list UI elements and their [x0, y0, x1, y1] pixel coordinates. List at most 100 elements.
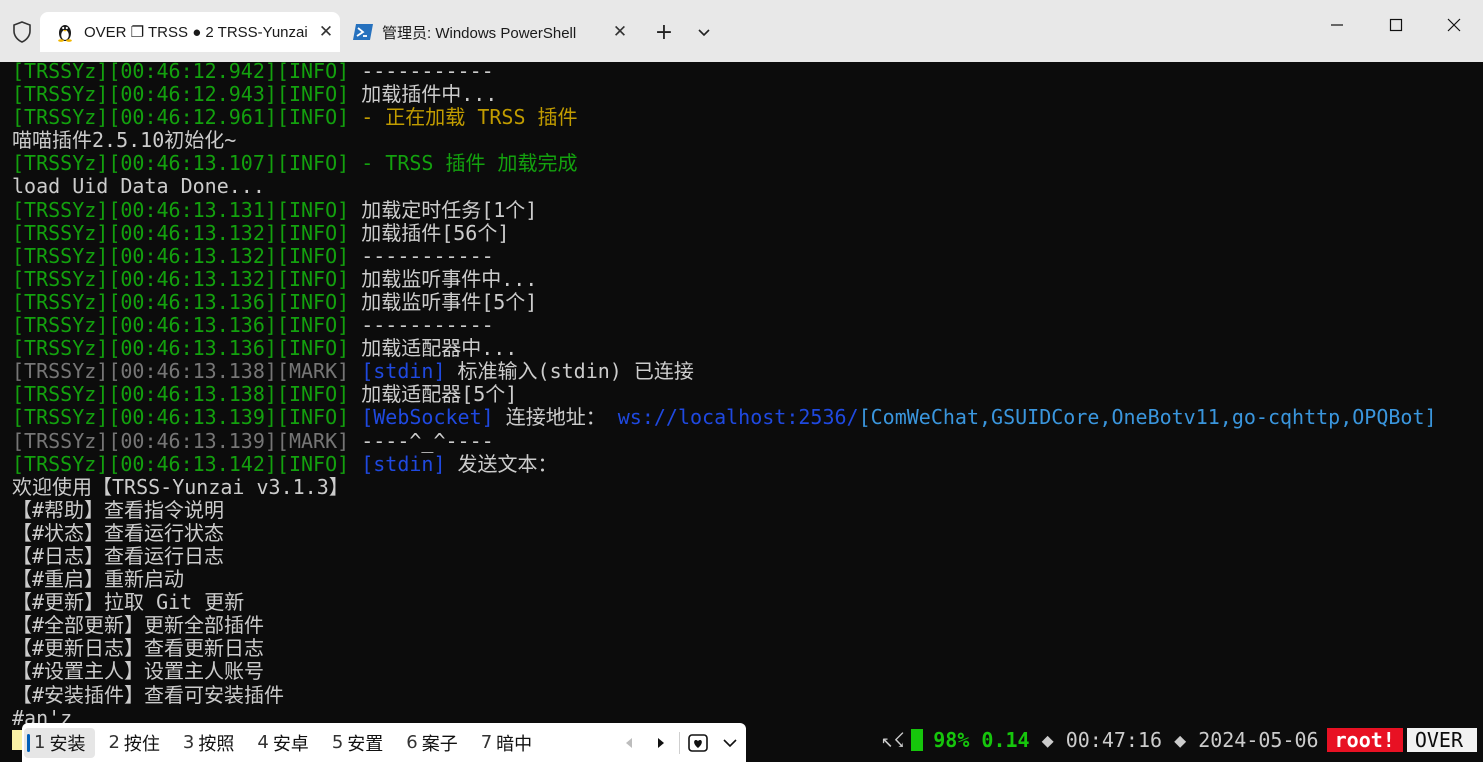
terminal-text: 【#状态】查看运行状态 [12, 520, 225, 545]
terminal-text: [TRSSYz][00:46:13.139][MARK] [12, 428, 362, 453]
terminal-line: 【#更新日志】查看更新日志 [12, 637, 1477, 660]
terminal-line: [TRSSYz][00:46:13.142][INFO] [stdin] 发送文… [12, 451, 1477, 476]
terminal-line: 【#重启】重新启动 [12, 568, 1477, 591]
terminal-line: [TRSSYz][00:46:13.132][INFO] 加载监听事件中... [12, 266, 1477, 291]
tab-title: 管理员: Windows PowerShell [382, 24, 577, 42]
prev-page-icon[interactable] [613, 728, 645, 758]
divider [679, 731, 680, 754]
new-tab-button[interactable]: + [650, 18, 678, 46]
terminal-text: 【#设置主人】设置主人账号 [12, 659, 265, 684]
terminal-line: [TRSSYz][00:46:13.139][INFO] [WebSocket]… [12, 406, 1477, 429]
terminal-line: [TRSSYz][00:46:13.107][INFO] - TRSS 插件 加… [12, 152, 1477, 175]
terminal-line: 【#设置主人】设置主人账号 [12, 660, 1477, 683]
ime-candidate[interactable]: 7 暗中 [471, 728, 542, 758]
terminal-text: - 正在加载 TRSS 插件 [361, 105, 578, 130]
ime-candidate[interactable]: 2 按住 [98, 728, 169, 758]
terminal-text: 【#帮助】查看指令说明 [12, 497, 225, 522]
terminal-text: [TRSSYz][00:46:12.943][INFO] [12, 82, 362, 107]
tab-powershell[interactable]: 管理员: Windows PowerShell ✕ [344, 12, 634, 52]
terminal-text: [TRSSYz][00:46:13.131][INFO] [12, 197, 362, 222]
terminal-text: [stdin] [361, 359, 446, 384]
candidate-text: 安置 [347, 733, 384, 755]
terminal-text: [stdin] [361, 451, 446, 476]
terminal-text: 发送文本： [445, 451, 558, 476]
terminal-text: [TRSSYz][00:46:12.961][INFO] [12, 105, 362, 130]
candidate-number: 4 [257, 732, 269, 753]
tab-trss-yunzai[interactable]: OVER ❐ TRSS ● 2 TRSS-Yunzai ✕ [40, 12, 340, 52]
terminal-text: ws://localhost:2536/ [617, 405, 859, 430]
terminal-line: [TRSSYz][00:46:12.961][INFO] - 正在加载 TRSS… [12, 106, 1477, 129]
tmux-status-bar: ↖☇ 98% 0.14 ◆ 00:47:16 ◆ 2024-05-06 root… [881, 728, 1477, 752]
title-bar: OVER ❐ TRSS ● 2 TRSS-Yunzai ✕ 管理员: Windo… [0, 0, 1483, 62]
tab-title: OVER ❐ TRSS ● 2 TRSS-Yunzai [84, 24, 308, 41]
battery-percent: 98% [933, 728, 970, 752]
terminal-text: ----------- [361, 313, 494, 338]
status-date: 2024-05-06 [1198, 728, 1319, 752]
terminal-line: 【#安装插件】查看可安装插件 [12, 683, 1477, 707]
terminal-line: [TRSSYz][00:46:13.138][INFO] 加载适配器[5个] [12, 383, 1477, 406]
powershell-icon [352, 21, 374, 43]
candidate-number: 2 [108, 732, 120, 753]
terminal-text: 连接地址： [493, 405, 618, 430]
linux-penguin-icon [54, 21, 76, 43]
status-arrows: ↖☇ [881, 728, 906, 752]
status-user: root! [1326, 728, 1403, 752]
next-page-icon[interactable] [645, 728, 677, 758]
terminal-line: [TRSSYz][00:46:13.136][INFO] 加载适配器中... [12, 337, 1477, 360]
terminal-text: 【#全部更新】更新全部插件 [12, 613, 265, 638]
close-window-button[interactable] [1425, 0, 1483, 50]
terminal-text: 加载监听事件[5个] [361, 289, 538, 314]
terminal-text: [TRSSYz][00:46:13.136][INFO] [12, 313, 362, 338]
ime-candidate[interactable]: 1 安装 [24, 727, 96, 758]
terminal-line: [TRSSYz][00:46:13.136][INFO] ----------- [12, 313, 1477, 338]
ime-candidate-bar: 1 安装 2 按住 3 按照 4 安卓 5 安置 6 案子 7 暗中 [22, 723, 746, 762]
terminal-output[interactable]: [TRSSYz][00:46:12.942][INFO] -----------… [12, 60, 1477, 728]
shield-icon[interactable] [10, 20, 34, 44]
terminal-line: [TRSSYz][00:46:12.942][INFO] ----------- [12, 60, 1477, 83]
separator: ◆ [1174, 728, 1187, 752]
status-time: 00:47:16 [1065, 728, 1163, 752]
ime-candidate[interactable]: 4 安卓 [247, 728, 318, 758]
terminal-line: 【#帮助】查看指令说明 [12, 497, 1477, 522]
terminal-text: 【#更新日志】查看更新日志 [12, 636, 265, 661]
emoji-kaomoji-icon[interactable] [682, 728, 714, 758]
terminal-line: [TRSSYz][00:46:13.132][INFO] ----------- [12, 243, 1477, 268]
terminal-text: [TRSSYz][00:46:13.132][INFO] [12, 266, 362, 291]
ime-candidate[interactable]: 5 安置 [322, 728, 393, 758]
terminal-line: [TRSSYz][00:46:13.132][INFO] 加载插件[56个] [12, 220, 1477, 245]
terminal-line: [TRSSYz][00:46:13.136][INFO] 加载监听事件[5个] [12, 289, 1477, 314]
terminal-text: 加载插件[56个] [361, 220, 510, 245]
terminal-text: ----^_^---- [361, 428, 494, 453]
terminal-line: 【#全部更新】更新全部插件 [12, 614, 1477, 637]
minimize-button[interactable] [1308, 0, 1366, 50]
ime-candidate[interactable]: 6 案子 [396, 728, 467, 758]
terminal-text: [TRSSYz][00:46:13.138][MARK] [12, 359, 362, 384]
load-average: 0.14 [981, 728, 1030, 752]
candidate-number: 5 [331, 732, 344, 753]
terminal-text: [TRSSYz][00:46:13.107][INFO] [12, 151, 362, 176]
terminal-text: 加载定时任务[1个] [361, 197, 538, 222]
terminal-text: [TRSSYz][00:46:13.132][INFO] [12, 243, 362, 268]
terminal-line: [TRSSYz][00:46:13.138][MARK] [stdin] 标准输… [12, 360, 1477, 383]
candidate-text: 暗中 [496, 733, 533, 755]
terminal-text: ----------- [361, 243, 494, 268]
ime-candidate[interactable]: 3 按照 [173, 728, 244, 758]
maximize-button[interactable] [1367, 0, 1425, 50]
chevron-down-icon[interactable] [690, 18, 718, 46]
terminal-line: [TRSSYz][00:46:12.943][INFO] 加载插件中... [12, 83, 1477, 106]
terminal-line: load Uid Data Done... [12, 175, 1477, 198]
terminal-text: 加载监听事件中... [361, 266, 538, 291]
candidate-text: 安卓 [272, 733, 309, 755]
terminal-line: 【#更新】拉取 Git 更新 [12, 591, 1477, 614]
terminal-text: 加载适配器[5个] [361, 382, 518, 407]
candidate-number: 7 [480, 732, 493, 753]
tab-close-icon[interactable]: ✕ [606, 22, 634, 42]
tab-close-icon[interactable]: ✕ [312, 22, 340, 42]
chevron-down-icon[interactable] [714, 728, 746, 758]
terminal-line: [TRSSYz][00:46:13.139][MARK] ----^_^---- [12, 428, 1477, 453]
terminal-text: 【#更新】拉取 Git 更新 [12, 590, 245, 615]
terminal-line: 【#状态】查看运行状态 [12, 520, 1477, 545]
terminal-text: 喵喵插件2.5.10初始化~ [12, 128, 237, 153]
